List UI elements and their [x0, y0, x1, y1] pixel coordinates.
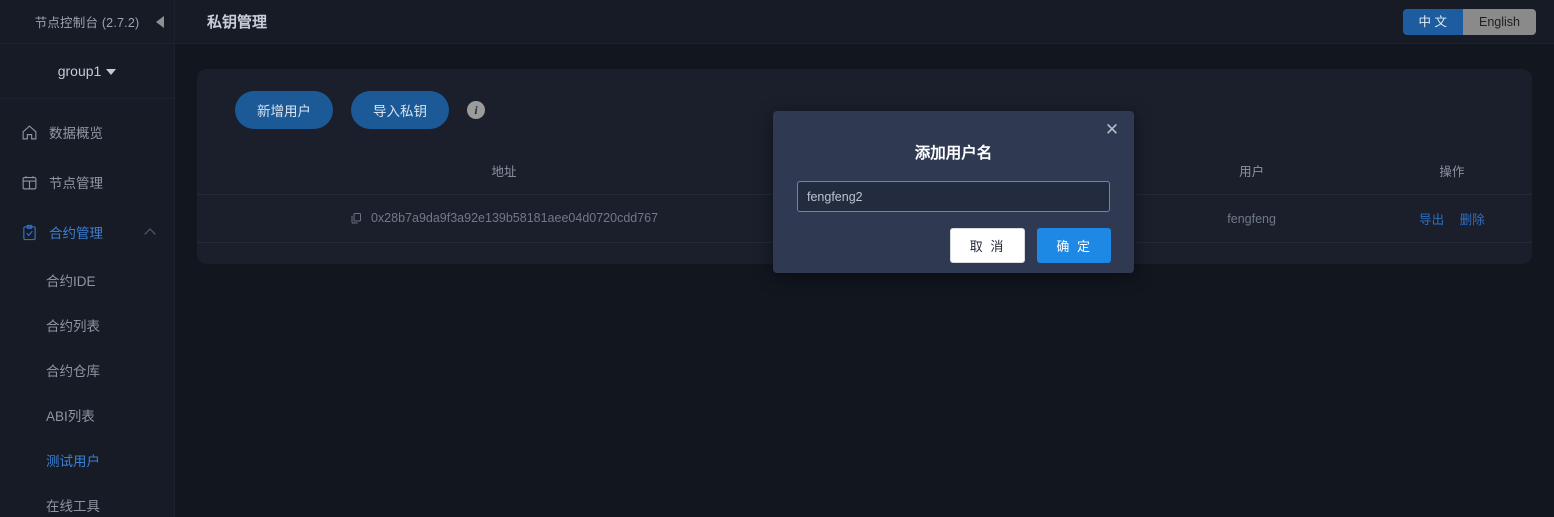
column-header-actions: 操作 [1439, 165, 1465, 179]
sidebar-subitem-label: ABI列表 [46, 408, 95, 424]
address-text: 0x28b7a9da9f3a92e139b58181aee04d0720cdd7… [370, 210, 659, 225]
page-title: 私钥管理 [207, 14, 268, 31]
address-wrapper: 0x28b7a9da9f3a92e139b58181aee04d0720cdd7… [350, 211, 658, 225]
group-selector[interactable]: group1 [0, 44, 174, 99]
close-icon[interactable]: ✕ [1103, 121, 1121, 139]
top-bar: 私钥管理 中 文 English [175, 0, 1554, 44]
sidebar-item-node-management[interactable]: 节点管理 [0, 157, 174, 207]
sidebar-subitem-online-tools[interactable]: 在线工具 [0, 482, 174, 517]
cell-user: fengfeng [1131, 194, 1372, 243]
sidebar: 节点控制台 (2.7.2) group1 数据概览 节点管理 合约管理 合约ID… [0, 0, 175, 517]
lang-english-button[interactable]: English [1463, 8, 1536, 35]
modal-footer: 取 消 确 定 [773, 212, 1134, 263]
sidebar-subitem-label: 测试用户 [46, 453, 100, 469]
chevron-down-icon [106, 69, 117, 75]
sidebar-subitem-contract-ide[interactable]: 合约IDE [0, 257, 174, 302]
modal-title: 添加用户名 [914, 145, 993, 162]
sidebar-item-label: 数据概览 [49, 126, 103, 141]
clipboard-check-icon [20, 223, 38, 241]
cell-address: 0x28b7a9da9f3a92e139b58181aee04d0720cdd7… [197, 194, 812, 243]
sidebar-menu: 数据概览 节点管理 合约管理 合约IDE 合约列表 合约仓库 ABI列表 测试用… [0, 99, 174, 517]
column-header-user: 用户 [1239, 165, 1265, 179]
cancel-button[interactable]: 取 消 [949, 228, 1026, 263]
cell-actions: 导出 删除 [1371, 194, 1532, 243]
sidebar-item-label: 节点管理 [49, 176, 103, 191]
home-icon [20, 123, 38, 141]
sidebar-subitem-label: 合约IDE [46, 273, 96, 289]
sidebar-subitem-label: 在线工具 [46, 498, 100, 514]
lang-chinese-button[interactable]: 中 文 [1402, 8, 1463, 35]
info-icon[interactable]: i [467, 101, 485, 119]
sidebar-item-data-overview[interactable]: 数据概览 [0, 107, 174, 157]
sidebar-subitem-label: 合约仓库 [46, 363, 100, 379]
column-header-address: 地址 [491, 165, 517, 179]
delete-link[interactable]: 删除 [1460, 213, 1485, 227]
sidebar-item-contract-management[interactable]: 合约管理 [0, 207, 174, 257]
chevron-up-icon [144, 228, 156, 240]
sidebar-header: 节点控制台 (2.7.2) [0, 0, 174, 44]
copy-icon[interactable] [350, 212, 362, 224]
import-private-key-button[interactable]: 导入私钥 [351, 91, 449, 129]
console-title: 节点控制台 (2.7.2) [34, 16, 140, 30]
main-area: 私钥管理 中 文 English 新增用户 导入私钥 i 地址 私钥 [175, 0, 1554, 517]
sidebar-subitem-test-user[interactable]: 测试用户 [0, 437, 174, 482]
calendar-icon [20, 173, 38, 191]
sidebar-subitem-contract-list[interactable]: 合约列表 [0, 302, 174, 347]
sidebar-subitem-label: 合约列表 [46, 318, 100, 334]
add-username-modal: ✕ 添加用户名 取 消 确 定 [773, 111, 1134, 273]
username-input[interactable] [797, 181, 1110, 212]
language-toggle: 中 文 English [1402, 8, 1536, 35]
triangle-left-icon[interactable] [156, 15, 164, 28]
app-root: 节点控制台 (2.7.2) group1 数据概览 节点管理 合约管理 合约ID… [0, 0, 1554, 517]
add-user-button[interactable]: 新增用户 [235, 91, 333, 129]
sidebar-item-label: 合约管理 [49, 226, 103, 241]
confirm-button[interactable]: 确 定 [1037, 228, 1111, 263]
group-selector-label: group1 [57, 63, 102, 79]
sidebar-subitem-abi-list[interactable]: ABI列表 [0, 392, 174, 437]
sidebar-subitem-contract-repo[interactable]: 合约仓库 [0, 347, 174, 392]
export-link[interactable]: 导出 [1419, 213, 1444, 227]
